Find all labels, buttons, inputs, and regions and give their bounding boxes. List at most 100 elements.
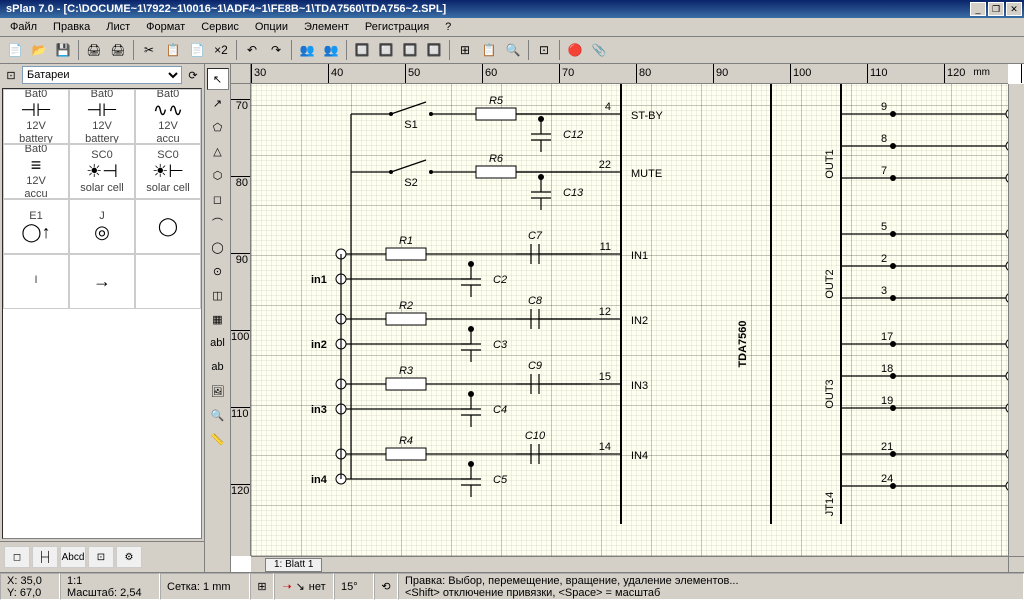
- menu-options[interactable]: Опции: [251, 20, 292, 34]
- ruler-corner: [231, 64, 251, 84]
- draw-tool[interactable]: △: [207, 140, 229, 162]
- schematic-canvas[interactable]: TDA75604ST-BY22MUTE11IN112IN215IN314IN4S…: [251, 84, 1008, 556]
- toolbar-button[interactable]: 🖨: [107, 39, 129, 61]
- component-cell[interactable]: J◎: [69, 199, 135, 254]
- draw-tool[interactable]: ◻: [207, 188, 229, 210]
- toolbar-button[interactable]: ✂: [138, 39, 160, 61]
- status-x: X: 35,0: [7, 575, 53, 587]
- main-toolbar: 📄📂💾🖨🖨✂📋📄×2↶↷👥👥🔲🔲🔲🔲⊞📋🔍⊡🔴📎: [0, 37, 1024, 64]
- toolbar-button[interactable]: 📋: [478, 39, 500, 61]
- svg-text:3: 3: [881, 285, 887, 297]
- line-style-icon[interactable]: ➝: [282, 580, 291, 593]
- svg-text:IN2: IN2: [631, 315, 648, 327]
- svg-text:R5: R5: [489, 95, 504, 107]
- draw-tool[interactable]: ◯: [207, 236, 229, 258]
- menu-help[interactable]: ?: [441, 20, 455, 34]
- toolbar-button[interactable]: 📄: [4, 39, 26, 61]
- svg-text:C7: C7: [528, 230, 543, 242]
- toolbar-button[interactable]: 👥: [296, 39, 318, 61]
- menu-file[interactable]: Файл: [6, 20, 41, 34]
- toolbar-button[interactable]: 👥: [320, 39, 342, 61]
- maximize-button[interactable]: ❐: [988, 2, 1004, 16]
- component-cell[interactable]: →: [69, 254, 135, 309]
- angle-lock-icon[interactable]: ⟲: [381, 580, 390, 593]
- toolbar-button[interactable]: ⊡: [533, 39, 555, 61]
- toolbar-button[interactable]: 🔲: [351, 39, 373, 61]
- toolbar-button[interactable]: 📎: [588, 39, 610, 61]
- draw-tool[interactable]: ⌒: [207, 212, 229, 234]
- category-select[interactable]: Батареи: [22, 66, 182, 84]
- toolbar-button[interactable]: ↶: [241, 39, 263, 61]
- svg-text:24: 24: [881, 473, 893, 485]
- lib-tool-button[interactable]: ⚙: [116, 546, 142, 568]
- close-button[interactable]: ✕: [1006, 2, 1022, 16]
- toolbar-button[interactable]: 📋: [162, 39, 184, 61]
- draw-tool[interactable]: abl: [207, 332, 229, 354]
- toolbar-button[interactable]: ⊞: [454, 39, 476, 61]
- component-cell[interactable]: SC0☀⊣solar cell: [69, 144, 135, 199]
- lib-refresh-icon[interactable]: ⟳: [184, 66, 202, 84]
- svg-text:in2: in2: [311, 339, 327, 351]
- draw-tool[interactable]: ▦: [207, 308, 229, 330]
- toolbar-button[interactable]: 🖨: [83, 39, 105, 61]
- lib-config-icon[interactable]: ⊡: [2, 66, 20, 84]
- component-cell[interactable]: SC0☀⊢solar cell: [135, 144, 201, 199]
- snap-toggle-icon[interactable]: ⊞: [257, 580, 266, 593]
- menu-edit[interactable]: Правка: [49, 20, 94, 34]
- draw-tool[interactable]: ⬡: [207, 164, 229, 186]
- lib-tool-button[interactable]: Abcd: [60, 546, 86, 568]
- svg-text:IN1: IN1: [631, 250, 648, 262]
- minimize-button[interactable]: _: [970, 2, 986, 16]
- toolbar-button[interactable]: 📂: [28, 39, 50, 61]
- svg-text:C9: C9: [528, 360, 542, 372]
- svg-text:R6: R6: [489, 153, 504, 165]
- svg-text:12: 12: [599, 306, 611, 318]
- svg-text:11: 11: [600, 241, 611, 253]
- svg-text:18: 18: [881, 363, 893, 375]
- draw-tool[interactable]: ⊙: [207, 260, 229, 282]
- draw-tool[interactable]: ◫: [207, 284, 229, 306]
- component-cell[interactable]: Bat0≡12Vaccu: [3, 144, 69, 199]
- lib-tool-button[interactable]: ├┤: [32, 546, 58, 568]
- toolbar-button[interactable]: 💾: [52, 39, 74, 61]
- toolbar-button[interactable]: 🔲: [399, 39, 421, 61]
- lib-tool-button[interactable]: ⊡: [88, 546, 114, 568]
- lib-tool-button[interactable]: ◻: [4, 546, 30, 568]
- toolbar-button[interactable]: 🔲: [375, 39, 397, 61]
- draw-tool[interactable]: 🖼: [207, 380, 229, 402]
- toolbar-button[interactable]: 🔍: [502, 39, 524, 61]
- menu-element[interactable]: Элемент: [300, 20, 353, 34]
- menu-format[interactable]: Формат: [142, 20, 189, 34]
- component-cell[interactable]: Bat0⊣⊢12Vbattery: [3, 89, 69, 144]
- component-cell[interactable]: Bat0∿∿12Vaccu: [135, 89, 201, 144]
- menu-service[interactable]: Сервис: [197, 20, 243, 34]
- vertical-ruler: 708090100110120: [231, 84, 251, 556]
- toolbar-button[interactable]: ×2: [210, 39, 232, 61]
- draw-tool[interactable]: 🔍: [207, 404, 229, 426]
- vertical-scrollbar[interactable]: [1008, 84, 1024, 556]
- draw-tool[interactable]: ab: [207, 356, 229, 378]
- draw-tool[interactable]: ⬠: [207, 116, 229, 138]
- component-cell[interactable]: [135, 254, 201, 309]
- toolbar-button[interactable]: 🔲: [423, 39, 445, 61]
- svg-text:5: 5: [881, 221, 887, 233]
- menu-sheet[interactable]: Лист: [102, 20, 134, 34]
- component-cell[interactable]: ◯: [135, 199, 201, 254]
- toolbar-button[interactable]: 🔴: [564, 39, 586, 61]
- draw-tool[interactable]: 📏: [207, 428, 229, 450]
- draw-tool[interactable]: ↖: [207, 68, 229, 90]
- menu-register[interactable]: Регистрация: [361, 20, 433, 34]
- toolbar-button[interactable]: ↷: [265, 39, 287, 61]
- svg-text:C12: C12: [563, 129, 583, 141]
- horizontal-scrollbar[interactable]: 1: Blatt 1: [251, 556, 1008, 572]
- draw-tool[interactable]: ↗: [207, 92, 229, 114]
- svg-text:4: 4: [605, 101, 611, 113]
- component-cell[interactable]: I: [3, 254, 69, 309]
- line-toggle-icon[interactable]: ↘: [296, 580, 305, 593]
- sheet-tab[interactable]: 1: Blatt 1: [265, 558, 322, 572]
- toolbar-button[interactable]: 📄: [186, 39, 208, 61]
- component-cell[interactable]: Bat0⊣⊢12Vbattery: [69, 89, 135, 144]
- svg-text:JT14: JT14: [824, 492, 836, 516]
- svg-text:7: 7: [881, 165, 887, 177]
- component-cell[interactable]: E1◯↑: [3, 199, 69, 254]
